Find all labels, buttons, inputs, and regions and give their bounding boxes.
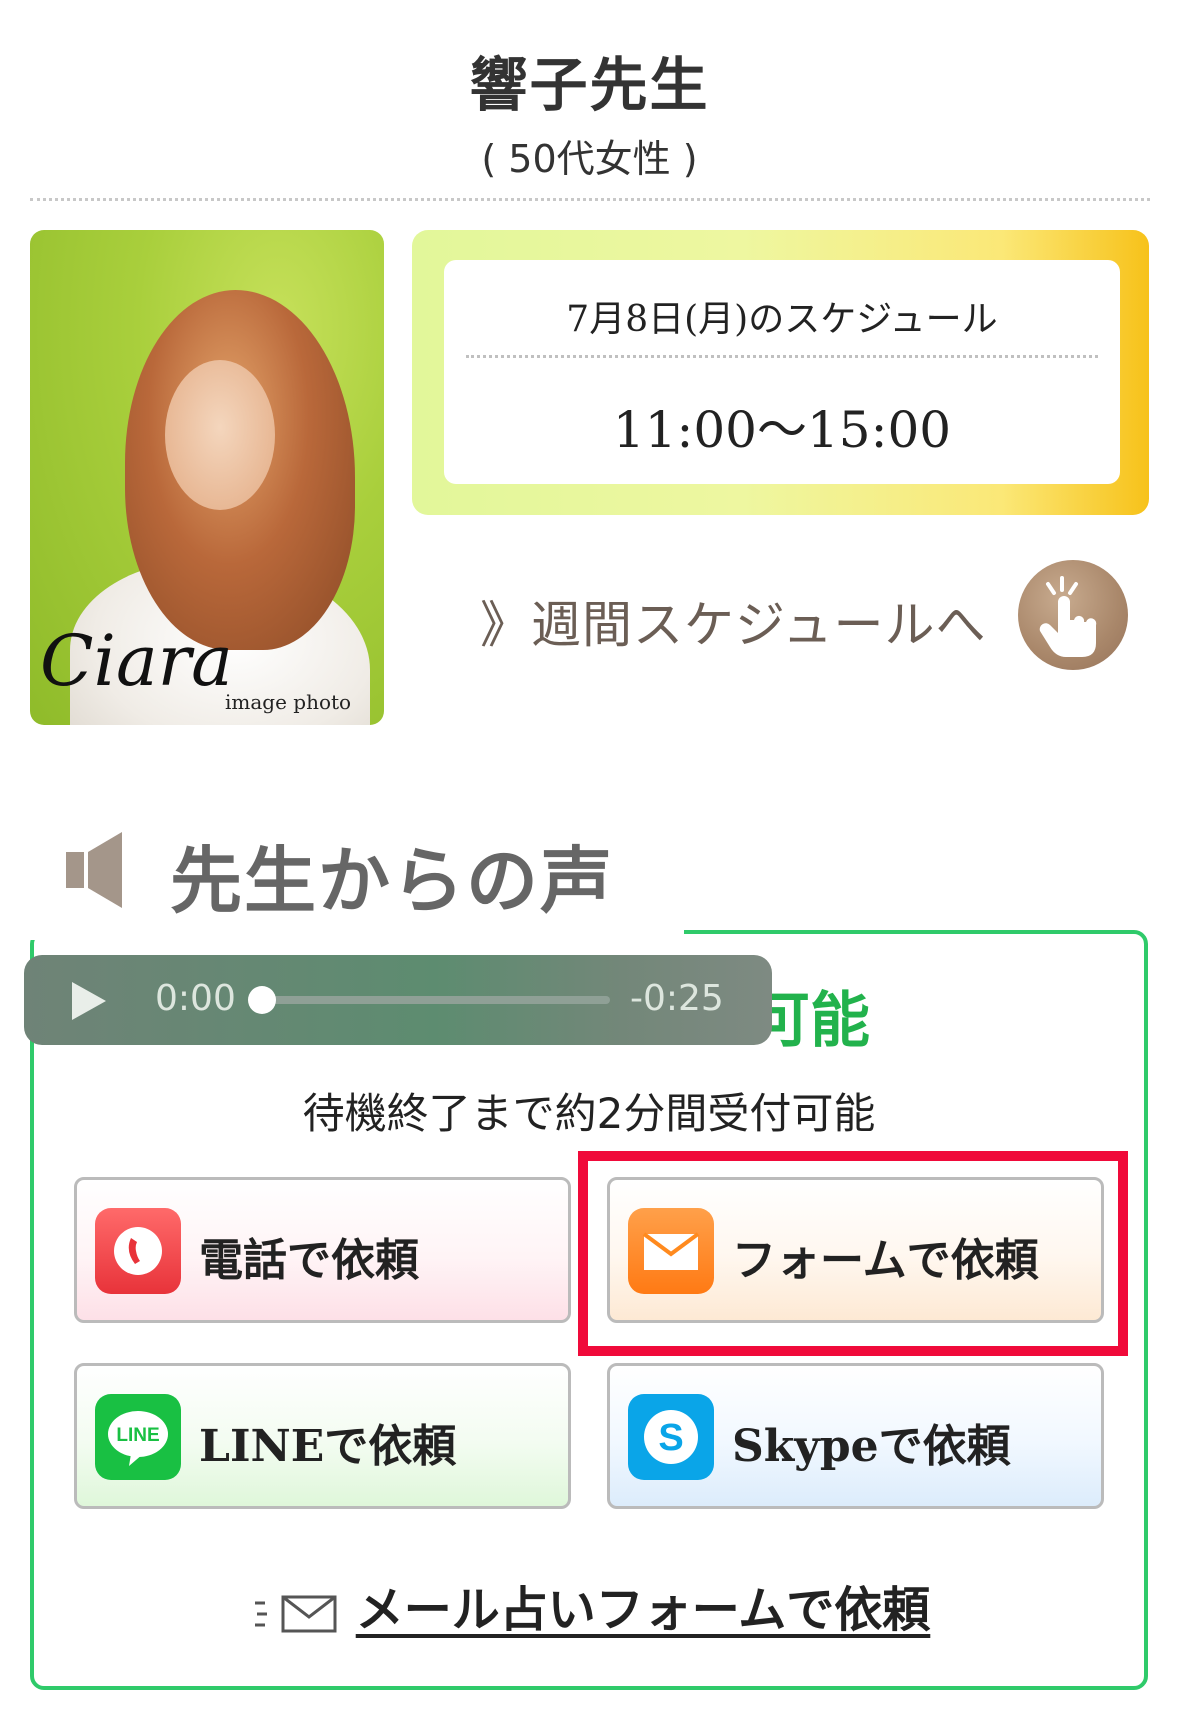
- audio-remaining-time: -0:25: [630, 978, 724, 1019]
- teacher-photo: Ciara image photo: [30, 230, 384, 725]
- audio-current-time: 0:00: [155, 978, 236, 1019]
- schedule-date: 7月8日(月)のスケジュール: [566, 299, 998, 340]
- skype-request-button[interactable]: S Skypeで依頼: [607, 1363, 1104, 1509]
- phone-request-button[interactable]: 電話で依頼: [74, 1177, 571, 1323]
- tap-finger-icon[interactable]: [1018, 560, 1128, 670]
- skype-icon: S: [628, 1394, 714, 1480]
- weekly-schedule-link[interactable]: 》週間スケジュールへ: [480, 585, 987, 657]
- line-icon-text: LINE: [116, 1425, 159, 1446]
- wait-time-text: 待機終了まで約2分間受付可能: [302, 1089, 876, 1138]
- line-icon: LINE: [95, 1394, 181, 1480]
- mail-icon: [255, 1595, 337, 1632]
- play-icon[interactable]: [72, 982, 106, 1020]
- schedule-divider: [466, 355, 1098, 358]
- finger-pointer-icon: [1039, 576, 1097, 657]
- booking-box-gap: [24, 920, 684, 940]
- highlight-box: [578, 1151, 1128, 1356]
- voice-section-title: 先生からの声: [170, 839, 615, 923]
- teacher-name: 響子先生: [469, 51, 710, 119]
- audio-progress-knob[interactable]: [248, 986, 276, 1014]
- image-photo-caption: image photo: [225, 690, 352, 714]
- skype-icon-text: S: [658, 1417, 683, 1459]
- ciara-logo: Ciara: [40, 620, 233, 702]
- audio-progress-track[interactable]: [262, 996, 610, 1004]
- line-request-label: LINEで依頼: [199, 1421, 457, 1472]
- mail-fortune-link[interactable]: メール占いフォームで依頼: [255, 1570, 930, 1640]
- divider: [30, 198, 1150, 201]
- teacher-age: ( 50代女性 ): [481, 137, 698, 181]
- phone-icon: [95, 1208, 181, 1294]
- photo-face: [165, 360, 275, 510]
- mail-fortune-link-text[interactable]: メール占いフォームで依頼: [356, 1582, 931, 1638]
- speaker-icon: [66, 830, 122, 910]
- line-request-button[interactable]: LINE LINEで依頼: [74, 1363, 571, 1509]
- schedule-time: 11:00〜15:00: [612, 401, 952, 459]
- phone-request-label: 電話で依頼: [199, 1235, 419, 1286]
- skype-request-label: Skypeで依頼: [732, 1421, 1011, 1472]
